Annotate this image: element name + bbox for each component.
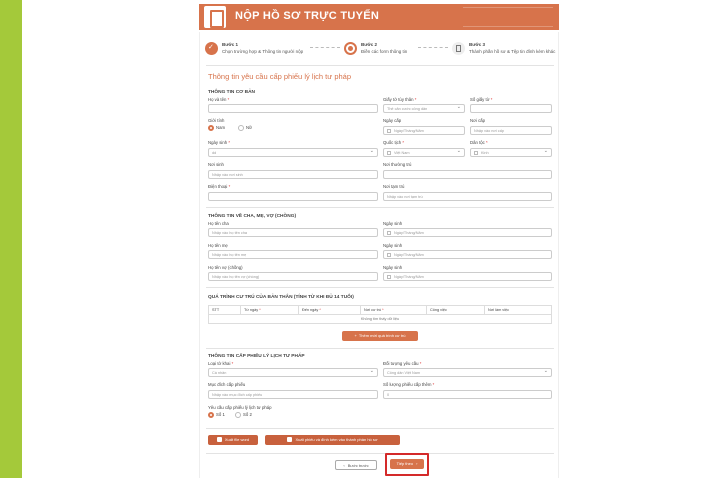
next-highlight: Tiếp theo › bbox=[385, 453, 429, 476]
issue-date-input[interactable]: Ngày/Tháng/Năm bbox=[383, 126, 465, 135]
mother-input[interactable]: Nhập vào họ tên mẹ bbox=[208, 250, 378, 259]
form-2-radio[interactable]: Số 2 bbox=[235, 412, 252, 418]
col-stt: STT bbox=[208, 305, 241, 315]
divider bbox=[206, 428, 554, 429]
divider bbox=[206, 348, 554, 349]
divider bbox=[206, 287, 554, 288]
add-residence-button[interactable]: + Thêm mới quá trình cư trú bbox=[342, 331, 418, 341]
document-icon bbox=[204, 6, 226, 28]
spouse-input[interactable]: Nhập vào họ tên vợ (chồng) bbox=[208, 272, 378, 281]
birthplace-input[interactable]: Nhập vào nơi sinh bbox=[208, 170, 378, 179]
label-gender: Giới tính bbox=[208, 118, 225, 123]
word-icon bbox=[287, 437, 293, 443]
label-ethnic: Dân tộc * bbox=[470, 140, 488, 145]
id-type-select[interactable]: Thẻ căn cước công dân bbox=[383, 104, 465, 113]
dob-select[interactable]: dd bbox=[208, 148, 378, 157]
step-label: Bước 3 bbox=[469, 42, 485, 47]
form-title: Thông tin yêu cầu cấp phiếu lý lịch tư p… bbox=[208, 72, 352, 81]
label-dob: Ngày sinh * bbox=[208, 140, 230, 145]
col-from: Từ ngày * bbox=[240, 305, 299, 315]
phone-input[interactable] bbox=[208, 192, 378, 201]
label-form-req: Yêu cầu cấp phiếu lý lịch tư pháp bbox=[208, 405, 272, 410]
label-subject: Đối tượng yêu cầu * bbox=[383, 361, 422, 366]
step-connector bbox=[310, 47, 340, 48]
back-button[interactable]: ‹ Bước trước bbox=[335, 460, 377, 470]
next-button[interactable]: Tiếp theo › bbox=[390, 459, 424, 469]
label-father: Họ tên cha bbox=[208, 221, 229, 226]
subject-select[interactable]: Công dân Việt Nam bbox=[383, 368, 552, 377]
step-desc: Chọn trường hợp & Thông tin người nộp bbox=[222, 49, 304, 54]
label-name: Họ và tên * bbox=[208, 97, 230, 102]
spouse-dob-input[interactable]: Ngày/Tháng/Năm bbox=[383, 272, 552, 281]
word-icon bbox=[216, 437, 222, 443]
step-label: Bước 2 bbox=[361, 42, 377, 47]
label-spouse-dob: Ngày sinh bbox=[383, 265, 403, 270]
section-heading: THÔNG TIN CƠ BẢN bbox=[208, 90, 255, 95]
id-no-input[interactable] bbox=[470, 104, 552, 113]
form-1-radio[interactable]: Số 1 bbox=[208, 412, 225, 418]
section-heading: THÔNG TIN VỀ CHA, MẸ, VỢ (CHỒNG) bbox=[208, 214, 297, 219]
copies-input[interactable]: 0 bbox=[383, 390, 552, 399]
label-nationality: Quốc tịch * bbox=[383, 140, 405, 145]
residence-input[interactable] bbox=[383, 170, 552, 179]
side-bar bbox=[0, 0, 22, 478]
table-row: Không tìm thấy dữ liệu bbox=[208, 314, 552, 324]
section-heading: QUÁ TRÌNH CƯ TRÚ CỦA BẢN THÂN (TÍNH TỪ K… bbox=[208, 295, 354, 300]
form-card: ✓ Bước 1 Chọn trường hợp & Thông tin ngư… bbox=[199, 32, 559, 478]
label-residence: Nơi thường trú bbox=[383, 162, 412, 167]
purpose-input[interactable]: Nhập vào mục đích cấp phiếu bbox=[208, 390, 378, 399]
col-workplace: Nơi làm việc bbox=[484, 305, 552, 315]
step-desc: Điền các form thông tin bbox=[361, 49, 408, 54]
label-mother-dob: Ngày sinh bbox=[383, 243, 403, 248]
father-dob-input[interactable]: Ngày/Tháng/Năm bbox=[383, 228, 552, 237]
label-id-type: Giấy tờ tùy thân * bbox=[383, 97, 417, 102]
form-icon bbox=[344, 42, 357, 55]
empty-message: Không tìm thấy dữ liệu bbox=[208, 314, 552, 324]
step-desc: Thành phần hồ sơ & Tệp tin đính kèm khác bbox=[469, 49, 556, 54]
mother-dob-input[interactable]: Ngày/Tháng/Năm bbox=[383, 250, 552, 259]
col-to: Đến ngày * bbox=[298, 305, 361, 315]
step-connector bbox=[418, 47, 448, 48]
label-mother: Họ tên mẹ bbox=[208, 243, 228, 248]
attachment-icon bbox=[452, 42, 465, 55]
step-label: Bước 1 bbox=[222, 42, 238, 47]
export-word-button[interactable]: Xuất file word bbox=[208, 435, 258, 445]
col-job: Công việc bbox=[426, 305, 485, 315]
divider bbox=[206, 207, 554, 208]
label-phone: Điện thoại * bbox=[208, 184, 231, 189]
label-issue-place: Nơi cấp bbox=[470, 118, 485, 123]
type-select[interactable]: Cá nhân bbox=[208, 368, 378, 377]
check-icon: ✓ bbox=[205, 42, 218, 55]
father-input[interactable]: Nhập vào họ tên cha bbox=[208, 228, 378, 237]
gender-male-radio[interactable]: Nam bbox=[208, 125, 225, 131]
label-copies: Số lượng phiếu cấp thêm * bbox=[383, 382, 435, 387]
page-header: NỘP HỒ SƠ TRỰC TUYẾN bbox=[199, 4, 559, 30]
table-header-row: STT Từ ngày * Đến ngày * Nơi cư trú * Cô… bbox=[208, 305, 552, 315]
residence-table: STT Từ ngày * Đến ngày * Nơi cư trú * Cô… bbox=[208, 305, 552, 324]
name-input[interactable] bbox=[208, 104, 378, 113]
label-father-dob: Ngày sinh bbox=[383, 221, 403, 226]
label-spouse: Họ tên vợ (chồng) bbox=[208, 265, 243, 270]
divider bbox=[206, 453, 554, 454]
label-birthplace: Nơi sinh bbox=[208, 162, 224, 167]
label-purpose: Mục đích cấp phiếu bbox=[208, 382, 246, 387]
divider bbox=[206, 65, 554, 66]
export-attach-button[interactable]: Xuất phiếu và đính kèm vào thành phần hồ… bbox=[265, 435, 400, 445]
label-type: Loại tờ khai * bbox=[208, 361, 234, 366]
col-place: Nơi cư trú * bbox=[360, 305, 427, 315]
label-id-no: Số giấy tờ * bbox=[470, 97, 493, 102]
section-heading: THÔNG TIN CẤP PHIẾU LÝ LỊCH TƯ PHÁP bbox=[208, 354, 305, 359]
nationality-select[interactable]: Việt Nam bbox=[383, 148, 465, 157]
label-issue-date: Ngày cấp bbox=[383, 118, 402, 123]
temp-input[interactable]: Nhập vào nơi tạm trú bbox=[383, 192, 552, 201]
page-title: NỘP HỒ SƠ TRỰC TUYẾN bbox=[235, 10, 380, 22]
ethnic-select[interactable]: Kinh bbox=[470, 148, 552, 157]
header-decoration bbox=[463, 7, 553, 27]
issue-place-input[interactable]: Nhập vào nơi cấp bbox=[470, 126, 552, 135]
label-temp: Nơi tạm trú bbox=[383, 184, 405, 189]
gender-female-radio[interactable]: Nữ bbox=[238, 125, 252, 131]
